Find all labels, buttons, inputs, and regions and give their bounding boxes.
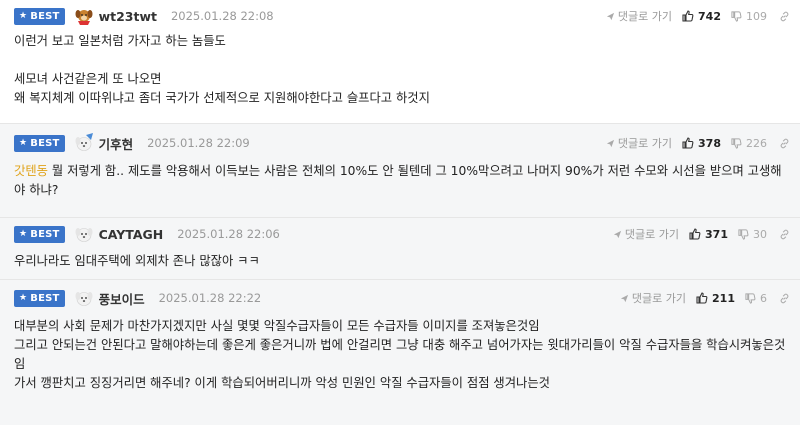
comment-body: 대부분의 사회 문제가 마찬가지겠지만 사실 몇몇 악질수급자들이 모든 수급자… <box>14 319 786 390</box>
dislike-button[interactable]: 30 <box>738 228 767 241</box>
timestamp: 2025.01.28 22:09 <box>147 136 250 150</box>
comment-actions: 댓글로 가기 742 109 <box>606 8 790 24</box>
reply-arrow-icon <box>606 139 615 147</box>
mention-link[interactable]: 갓텐동 <box>14 164 48 178</box>
comment-body: 이런거 보고 일본처럼 가자고 하는 놈들도 세모녀 사건같은게 또 나오면 왜… <box>14 34 430 105</box>
thumbs-up-icon <box>682 10 694 22</box>
link-icon <box>780 229 789 239</box>
dislike-button[interactable]: 226 <box>731 137 767 150</box>
like-button[interactable]: 742 <box>682 10 721 23</box>
dog-avatar-icon <box>75 228 93 242</box>
best-badge: ★ BEST <box>14 289 65 307</box>
best-badge: ★ BEST <box>14 7 65 25</box>
dislike-button[interactable]: 109 <box>731 10 767 23</box>
star-icon: ★ <box>19 293 28 303</box>
comment-header: ★ BEST wt23twt 2025.01.28 22:08 댓글로 가기 7… <box>14 6 790 26</box>
copy-link-button[interactable] <box>779 293 790 304</box>
dog-avatar-icon <box>75 10 93 25</box>
star-icon: ★ <box>19 229 28 239</box>
link-icon <box>780 293 789 303</box>
best-comment-list: ★ BEST wt23twt 2025.01.28 22:08 댓글로 가기 7… <box>0 0 800 425</box>
link-icon <box>780 138 789 148</box>
thumbs-down-icon <box>738 228 749 240</box>
nickname[interactable]: wt23twt <box>99 9 157 24</box>
comment-actions: 댓글로 가기 211 6 <box>620 290 790 306</box>
best-badge: ★ BEST <box>14 225 65 243</box>
go-to-reply-link[interactable]: 댓글로 가기 <box>606 8 672 24</box>
nickname[interactable]: 풍보이드 <box>99 289 145 308</box>
copy-link-button[interactable] <box>779 11 790 22</box>
comment-header: ★ BEST 기후현 2025.01.28 22:09 댓글로 가기 378 2… <box>14 133 790 153</box>
comment-actions: 댓글로 가기 378 226 <box>606 135 790 151</box>
thumbs-down-icon <box>731 137 742 149</box>
timestamp: 2025.01.28 22:22 <box>158 291 262 305</box>
comment-body: 갓텐동 뭘 저렇게 함.. 제도를 악용해서 이득보는 사람은 전체의 10%도… <box>14 164 782 197</box>
best-badge: ★ BEST <box>14 134 65 152</box>
copy-link-button[interactable] <box>779 138 790 149</box>
like-button[interactable]: 378 <box>682 137 721 150</box>
go-to-reply-link[interactable]: 댓글로 가기 <box>606 135 672 151</box>
dog-avatar-icon <box>75 133 93 151</box>
avatar[interactable] <box>73 133 95 153</box>
reply-arrow-icon <box>613 230 622 238</box>
timestamp: 2025.01.28 22:06 <box>177 227 280 241</box>
dislike-button[interactable]: 6 <box>745 292 767 305</box>
comment-item: ★ BEST CAYTAGH 2025.01.28 22:06 댓글로 가기 3… <box>0 218 800 280</box>
thumbs-down-icon <box>731 10 742 22</box>
link-icon <box>780 11 789 21</box>
reply-arrow-icon <box>620 294 629 302</box>
reply-arrow-icon <box>606 12 615 20</box>
comment-header: ★ BEST 풍보이드 2025.01.28 22:22 댓글로 가기 211 … <box>14 288 790 308</box>
thumbs-down-icon <box>745 292 756 304</box>
comment-body: 우리나라도 임대주택에 외제차 존나 많잖아 ㅋㅋ <box>14 254 260 268</box>
comment-actions: 댓글로 가기 371 30 <box>613 226 790 242</box>
avatar[interactable] <box>73 6 95 26</box>
thumbs-up-icon <box>696 292 708 304</box>
comment-header: ★ BEST CAYTAGH 2025.01.28 22:06 댓글로 가기 3… <box>14 224 790 244</box>
dog-avatar-icon <box>75 292 93 306</box>
star-icon: ★ <box>19 138 28 148</box>
go-to-reply-link[interactable]: 댓글로 가기 <box>620 290 686 306</box>
comment-item: ★ BEST 기후현 2025.01.28 22:09 댓글로 가기 378 2… <box>0 124 800 218</box>
nickname[interactable]: 기후현 <box>99 134 134 153</box>
timestamp: 2025.01.28 22:08 <box>170 9 274 23</box>
go-to-reply-link[interactable]: 댓글로 가기 <box>613 226 679 242</box>
avatar[interactable] <box>73 224 95 244</box>
comment-item: ★ BEST wt23twt 2025.01.28 22:08 댓글로 가기 7… <box>0 0 800 124</box>
thumbs-up-icon <box>682 137 694 149</box>
like-button[interactable]: 211 <box>696 292 735 305</box>
like-button[interactable]: 371 <box>689 228 728 241</box>
comment-item: ★ BEST 풍보이드 2025.01.28 22:22 댓글로 가기 211 … <box>0 280 800 425</box>
star-icon: ★ <box>19 11 28 21</box>
nickname[interactable]: CAYTAGH <box>99 227 164 242</box>
thumbs-up-icon <box>689 228 701 240</box>
avatar[interactable] <box>73 288 95 308</box>
copy-link-button[interactable] <box>779 229 790 240</box>
